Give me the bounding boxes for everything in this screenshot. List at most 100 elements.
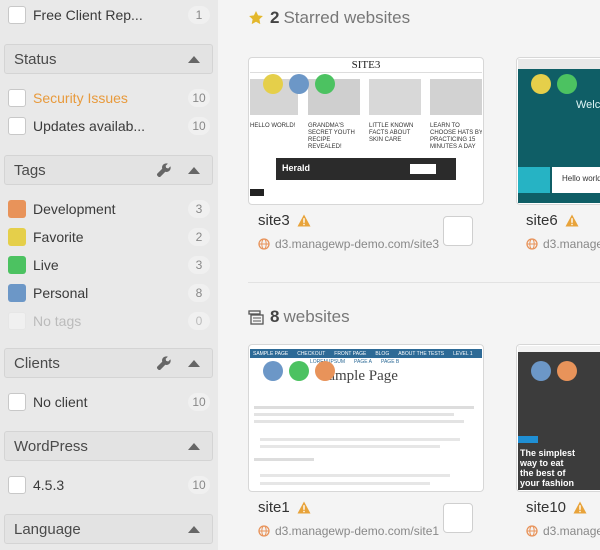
filter-wp-version[interactable]: 4.5.3 10 xyxy=(8,474,210,496)
checkbox[interactable] xyxy=(8,476,26,494)
warning-icon xyxy=(297,214,311,227)
thumb-title: SITE3 xyxy=(250,59,482,73)
tag-label: Live xyxy=(33,257,59,273)
section-title: Status xyxy=(14,50,57,68)
site-thumbnail: SAMPLE PAGE CHECKOUT FRONT PAGE BLOG ABOUT T… xyxy=(250,346,482,490)
warning-icon xyxy=(573,501,587,514)
thumb-post: GRANDMA'S SECRET YOUTH RECIPE REVEALED! xyxy=(308,123,355,150)
websites-count: 8 xyxy=(270,307,280,326)
checkbox[interactable] xyxy=(8,6,26,24)
thumb-post: LITTLE KNOWN FACTS ABOUT SKIN CARE xyxy=(369,123,414,143)
filter-count: 10 xyxy=(188,117,210,135)
thumb-menu: SAMPLE PAGE CHECKOUT FRONT PAGE BLOG ABOUT T… xyxy=(250,349,482,358)
thumb-banner: Herald xyxy=(276,158,456,180)
tag-dot-development xyxy=(557,361,577,381)
section-title: Language xyxy=(14,520,81,538)
tag-development[interactable]: Development 3 xyxy=(8,198,210,220)
tag-label: Personal xyxy=(33,285,89,301)
tag-personal[interactable]: Personal 8 xyxy=(8,282,210,304)
site-url-site6[interactable]: d3.managewp-demo.com/site6 xyxy=(526,237,600,251)
tag-color-swatch xyxy=(8,284,26,302)
main-content: 2 Starred websites SITE3 HELLO WORLD! GR… xyxy=(218,0,600,550)
site-name-site10[interactable]: site10 xyxy=(526,499,587,516)
tag-live[interactable]: Live 3 xyxy=(8,254,210,276)
site-thumbnail: SITE3 HELLO WORLD! GRANDMA'S SECRET YOUT… xyxy=(250,59,482,203)
filter-count: 1 xyxy=(188,6,210,24)
wrench-icon[interactable] xyxy=(156,162,172,178)
wrench-icon[interactable] xyxy=(156,355,172,371)
site-url-site1[interactable]: d3.managewp-demo.com/site1 xyxy=(258,524,439,538)
tag-favorite[interactable]: Favorite 2 xyxy=(8,226,210,248)
tag-color-swatch xyxy=(8,312,26,330)
warning-icon xyxy=(297,501,311,514)
section-language-header[interactable]: Language xyxy=(4,514,213,544)
starred-count: 2 xyxy=(270,8,280,27)
tag-dot-live xyxy=(289,361,309,381)
tag-dot-live xyxy=(315,74,335,94)
starred-label: Starred websites xyxy=(283,8,411,27)
checkbox[interactable] xyxy=(8,117,26,135)
select-site-checkbox[interactable] xyxy=(443,216,473,246)
tag-count: 3 xyxy=(188,200,210,218)
section-title: WordPress xyxy=(14,437,88,455)
section-wordpress-header[interactable]: WordPress xyxy=(4,431,213,461)
filter-label: Updates availab... xyxy=(33,118,146,134)
collapse-caret-icon[interactable] xyxy=(188,525,200,533)
tag-color-swatch xyxy=(8,200,26,218)
tag-dot-development xyxy=(315,361,335,381)
tag-dot-personal xyxy=(289,74,309,94)
select-site-checkbox[interactable] xyxy=(443,503,473,533)
site-name-site3[interactable]: site3 xyxy=(258,212,311,229)
filter-updates-available[interactable]: Updates availab... 10 xyxy=(8,115,210,137)
site-card-site6[interactable]: Welcome Hello world! xyxy=(516,57,600,205)
tag-count: 3 xyxy=(188,256,210,274)
warning-icon xyxy=(565,214,579,227)
site-name-site6[interactable]: site6 xyxy=(526,212,579,229)
globe-icon xyxy=(258,525,270,537)
stack-icon xyxy=(248,310,264,325)
tag-label: No tags xyxy=(33,313,82,329)
site-url-site10[interactable]: d3.managewp-demo.com/site10 xyxy=(526,524,600,538)
section-title: Clients xyxy=(14,354,60,372)
collapse-caret-icon[interactable] xyxy=(188,359,200,367)
thumb-title: The simplest way to eat the best of your… xyxy=(520,448,576,488)
tag-dot-personal xyxy=(263,361,283,381)
sidebar: Free Client Rep... 1 Status Security Iss… xyxy=(0,0,218,550)
tag-dot-favorite xyxy=(531,74,551,94)
collapse-caret-icon[interactable] xyxy=(188,442,200,450)
collapse-caret-icon[interactable] xyxy=(188,166,200,174)
filter-security-issues[interactable]: Security Issues 10 xyxy=(8,87,210,109)
filter-no-client[interactable]: No client 10 xyxy=(8,391,210,413)
site-card-site3[interactable]: SITE3 HELLO WORLD! GRANDMA'S SECRET YOUT… xyxy=(248,57,484,205)
filter-label: 4.5.3 xyxy=(33,477,65,493)
thumb-post: HELLO WORLD! xyxy=(250,123,296,129)
checkbox[interactable] xyxy=(8,89,26,107)
tag-label: Favorite xyxy=(33,229,84,245)
site-card-site1[interactable]: SAMPLE PAGE CHECKOUT FRONT PAGE BLOG ABOUT T… xyxy=(248,344,484,492)
tag-no-tags[interactable]: No tags 0 xyxy=(8,310,210,332)
section-status-header[interactable]: Status xyxy=(4,44,213,74)
section-clients-header[interactable]: Clients xyxy=(4,348,213,378)
tag-count: 2 xyxy=(188,228,210,246)
site-card-site10[interactable]: The simplest way to eat the best of your… xyxy=(516,344,600,492)
websites-label: websites xyxy=(283,307,350,326)
websites-heading: 8 websites xyxy=(248,307,350,327)
filter-free-client-report[interactable]: Free Client Rep... 1 xyxy=(8,4,210,26)
tag-count: 8 xyxy=(188,284,210,302)
tag-dot-personal xyxy=(531,361,551,381)
tag-count: 0 xyxy=(188,312,210,330)
checkbox[interactable] xyxy=(8,393,26,411)
star-icon xyxy=(249,11,263,25)
thumb-post: LEARN TO CHOOSE HATS BY PRACTICING 15 MI… xyxy=(430,123,482,150)
filter-label: No client xyxy=(33,394,88,410)
collapse-caret-icon[interactable] xyxy=(188,55,200,63)
globe-icon xyxy=(258,238,270,250)
filter-count: 10 xyxy=(188,393,210,411)
site-name-site1[interactable]: site1 xyxy=(258,499,311,516)
filter-count: 10 xyxy=(188,89,210,107)
thumb-title: Welcome xyxy=(576,99,600,111)
filter-label: Security Issues xyxy=(33,90,128,106)
tag-dot-live xyxy=(557,74,577,94)
site-url-site3[interactable]: d3.managewp-demo.com/site3 xyxy=(258,237,439,251)
section-tags-header[interactable]: Tags xyxy=(4,155,213,185)
